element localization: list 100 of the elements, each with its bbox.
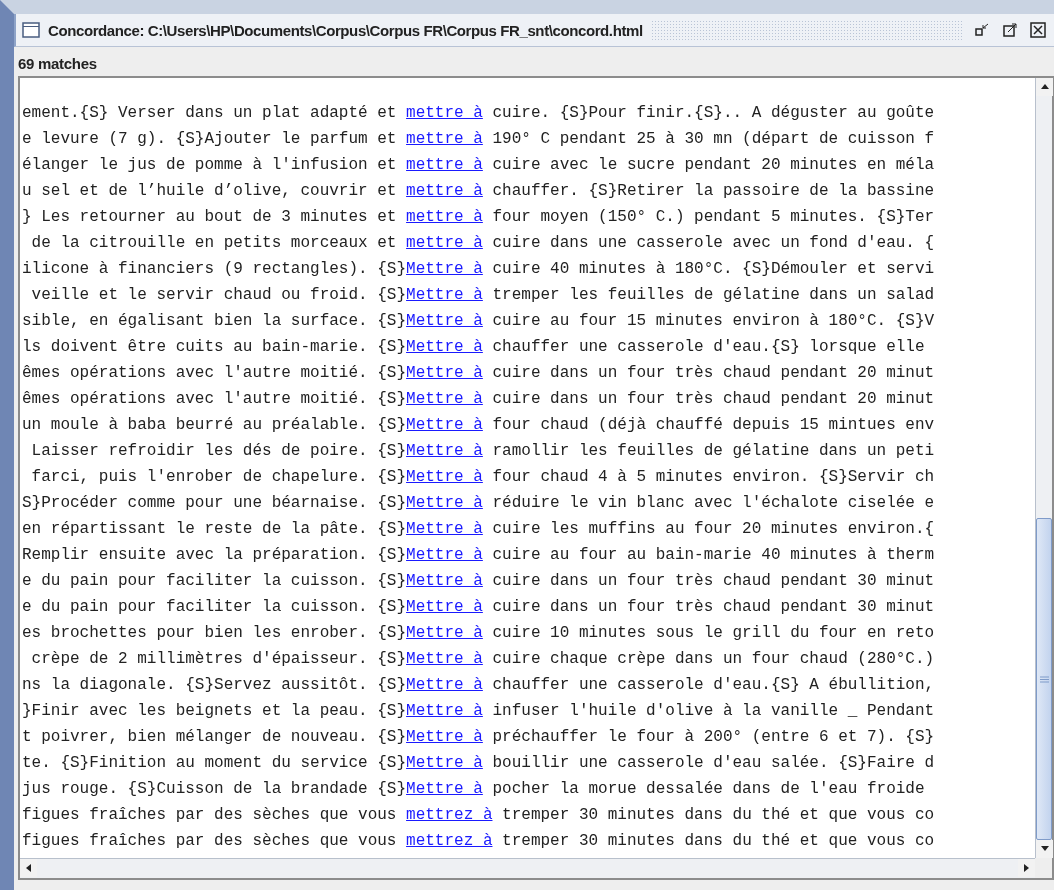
right-context: cuire au four au bain-marie 40 minutes à therm <box>491 546 935 564</box>
keyword-link[interactable]: Mettre à <box>406 572 483 590</box>
left-context: u sel et de l’huile d’olive, couvrir et <box>22 182 398 200</box>
keyword-link[interactable]: Mettre à <box>406 728 483 746</box>
keyword-link[interactable]: Mettre à <box>406 416 483 434</box>
keyword-link[interactable]: Mettre à <box>406 390 483 408</box>
right-context: chauffer une casserole d'eau.{S} lorsque elle <box>491 338 925 356</box>
keyword-link[interactable]: Mettre à <box>406 598 483 616</box>
keyword-link[interactable]: Mettre à <box>406 650 483 668</box>
scroll-up-button[interactable] <box>1036 78 1053 96</box>
keyword-link[interactable]: Mettre à <box>406 286 483 304</box>
right-context: infuser l'huile d'olive à la vanille _ Pendant <box>491 702 935 720</box>
left-context: te. {S}Finition au moment du service {S} <box>22 754 407 772</box>
right-context: cuire dans une casserole avec un fond d'eau. { <box>491 234 935 252</box>
scroll-thumb[interactable] <box>1036 518 1052 840</box>
right-context: chauffer une casserole d'eau.{S} A ébullition, <box>491 676 935 694</box>
right-context: cuire chaque crèpe dans un four chaud (280°C.) <box>491 650 935 668</box>
left-context: êmes opérations avec l'autre moitié. {S} <box>22 390 407 408</box>
right-context: cuire les muffins au four 20 minutes environ.{ <box>491 520 935 538</box>
left-context: ilicone à financiers (9 rectangles). {S} <box>22 260 407 278</box>
left-context: sible, en égalisant bien la surface. {S} <box>22 312 407 330</box>
keyword-link[interactable]: mettre à <box>406 104 483 122</box>
right-context: cuire avec le sucre pendant 20 minutes en méla <box>491 156 935 174</box>
window-icon <box>22 22 40 38</box>
left-context: êmes opérations avec l'autre moitié. {S} <box>22 364 407 382</box>
right-context: cuire dans un four très chaud pendant 20 minut <box>491 364 935 382</box>
left-context: veille et le servir chaud ou froid. {S} <box>30 286 407 304</box>
left-context: ement.{S} Verser dans un plat adapté et <box>22 104 398 122</box>
right-context: 190° C pendant 25 à 30 mn (départ de cuisson f <box>491 130 935 148</box>
left-context: ls doivent être cuits au bain-marie. {S} <box>22 338 407 356</box>
right-context: réduire le vin blanc avec l'échalote ciselée e <box>491 494 935 512</box>
scroll-left-button[interactable] <box>20 859 37 877</box>
left-context: } Les retourner au bout de 3 minutes et <box>22 208 398 226</box>
keyword-link[interactable]: Mettre à <box>406 676 483 694</box>
keyword-link[interactable]: mettre à <box>406 208 483 226</box>
left-context: S}Procéder comme pour une béarnaise. {S} <box>22 494 407 512</box>
keyword-link[interactable]: Mettre à <box>406 312 483 330</box>
left-context: e du pain pour faciliter la cuisson. {S} <box>22 598 407 616</box>
right-context: four moyen (150° C.) pendant 5 minutes. {S}Ter <box>491 208 935 226</box>
left-context: ns la diagonale. {S}Servez aussitôt. {S} <box>22 676 407 694</box>
right-context: préchauffer le four à 200° (entre 6 et 7). {S} <box>491 728 935 746</box>
keyword-link[interactable]: Mettre à <box>406 442 483 460</box>
left-context: figues fraîches par des sèches que vous <box>22 832 398 850</box>
left-context: t poivrer, bien mélanger de nouveau. {S} <box>22 728 407 746</box>
keyword-link[interactable]: Mettre à <box>406 468 483 486</box>
left-context: en répartissant le reste de la pâte. {S} <box>22 520 407 538</box>
left-context: Laisser refroidir les dés de poire. {S} <box>30 442 407 460</box>
keyword-link[interactable]: Mettre à <box>406 624 483 642</box>
right-context: cuire dans un four très chaud pendant 30 minut <box>491 572 935 590</box>
keyword-link[interactable]: Mettre à <box>406 780 483 798</box>
left-context: farci, puis l'enrober de chapelure. {S} <box>30 468 407 486</box>
keyword-link[interactable]: mettre à <box>406 130 483 148</box>
horizontal-scrollbar[interactable] <box>20 858 1035 878</box>
keyword-link[interactable]: mettre à <box>406 234 483 252</box>
keyword-link[interactable]: mettrez à <box>406 832 493 850</box>
right-context: tremper 30 minutes dans du thé et que vous co <box>501 806 935 824</box>
maximize-button[interactable] <box>1000 20 1020 40</box>
right-context: four chaud 4 à 5 minutes environ. {S}Servir ch <box>491 468 935 486</box>
left-context: e levure (7 g). {S}Ajouter le parfum et <box>22 130 398 148</box>
scrollbar-corner <box>1035 858 1052 878</box>
left-context: un moule à baba beurré au préalable. {S} <box>22 416 407 434</box>
close-button[interactable] <box>1028 20 1048 40</box>
scroll-right-button[interactable] <box>1018 859 1035 877</box>
keyword-link[interactable]: mettre à <box>406 156 483 174</box>
left-context: jus rouge. {S}Cuisson de la brandade {S} <box>22 780 407 798</box>
right-context: cuire. {S}Pour finir.{S}.. A déguster au goûte <box>491 104 935 122</box>
right-context: chauffer. {S}Retirer la passoire de la bassine <box>491 182 935 200</box>
match-count: 69 matches <box>17 54 98 74</box>
keyword-link[interactable]: mettre à <box>406 182 483 200</box>
left-context: figues fraîches par des sèches que vous <box>22 806 398 824</box>
keyword-link[interactable]: Mettre à <box>406 338 483 356</box>
keyword-link[interactable]: Mettre à <box>406 702 483 720</box>
keyword-link[interactable]: Mettre à <box>406 754 483 772</box>
right-context: bouillir une casserole d'eau salée. {S}Faire d <box>491 754 935 772</box>
vertical-scrollbar[interactable] <box>1035 78 1052 858</box>
window-title: Concordance: C:\Users\HP\Documents\Corpus\Corpus FR\Corpus FR_snt\concord.html <box>48 21 643 39</box>
left-context: élanger le jus de pomme à l'infusion et <box>22 156 398 174</box>
right-context: cuire dans un four très chaud pendant 30 minut <box>491 598 935 616</box>
right-context: pocher la morue dessalée dans de l'eau froide <box>491 780 925 798</box>
right-context: cuire dans un four très chaud pendant 20 minut <box>491 390 935 408</box>
right-context: ramollir les feuilles de gélatine dans un peti <box>491 442 935 460</box>
right-context: cuire 10 minutes sous le grill du four en reto <box>491 624 935 642</box>
keyword-link[interactable]: mettrez à <box>406 806 493 824</box>
keyword-link[interactable]: Mettre à <box>406 546 483 564</box>
keyword-link[interactable]: Mettre à <box>406 260 483 278</box>
left-context: crèpe de 2 millimètres d'épaisseur. {S} <box>30 650 407 668</box>
up-arrow-icon <box>1039 82 1050 92</box>
keyword-link[interactable]: Mettre à <box>406 520 483 538</box>
left-context: e du pain pour faciliter la cuisson. {S} <box>22 572 407 590</box>
left-context: de la citrouille en petits morceaux et <box>30 234 398 252</box>
right-context: tremper 30 minutes dans du thé et que vous co <box>501 832 935 850</box>
grip-icon <box>1039 675 1049 683</box>
left-context: es brochettes pour bien les enrober. {S} <box>22 624 407 642</box>
right-context: cuire 40 minutes à 180°C. {S}Démouler et servi <box>491 260 935 278</box>
scroll-down-button[interactable] <box>1036 840 1053 858</box>
keyword-link[interactable]: Mettre à <box>406 494 483 512</box>
left-context: }Finir avec les beignets et la peau. {S} <box>22 702 407 720</box>
keyword-link[interactable]: Mettre à <box>406 364 483 382</box>
right-context: cuire au four 15 minutes environ à 180°C. {S}V <box>491 312 935 330</box>
right-context: tremper les feuilles de gélatine dans un salad <box>491 286 935 304</box>
